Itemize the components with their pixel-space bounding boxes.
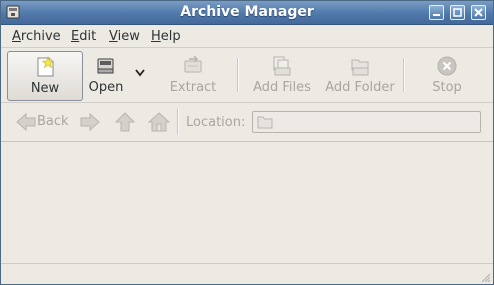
title-bar[interactable]: Archive Manager xyxy=(1,1,493,25)
extract-button-label: Extract xyxy=(169,80,217,95)
toolbar: New Open Extract Add Files Add Folder St… xyxy=(1,48,493,103)
maximize-icon xyxy=(453,8,462,17)
home-button[interactable] xyxy=(148,111,170,133)
close-button[interactable] xyxy=(471,5,486,20)
open-button[interactable]: Open xyxy=(84,51,128,99)
new-archive-icon xyxy=(37,56,55,77)
stop-button-label: Stop xyxy=(432,80,462,95)
open-archive-icon xyxy=(97,58,114,74)
menu-edit-mnemonic: E xyxy=(71,29,80,44)
back-arrow-icon xyxy=(16,112,36,132)
stop-icon xyxy=(437,56,457,76)
up-arrow-icon xyxy=(114,112,136,132)
location-separator xyxy=(177,109,178,135)
menu-help[interactable]: Help xyxy=(151,29,181,44)
add-files-button-label: Add Files xyxy=(253,80,311,95)
new-button[interactable]: New xyxy=(7,51,83,101)
minimize-button[interactable] xyxy=(429,5,444,20)
menu-archive[interactable]: Archive xyxy=(12,29,61,44)
add-folder-button-label: Add Folder xyxy=(325,80,395,95)
menu-view-mnemonic: V xyxy=(109,29,118,44)
menu-help-label: elp xyxy=(160,29,181,44)
menu-edit[interactable]: Edit xyxy=(71,29,96,44)
home-icon xyxy=(148,112,170,132)
back-button-label: Back xyxy=(37,114,69,129)
back-button[interactable]: Back xyxy=(15,111,69,133)
location-label: Location: xyxy=(186,115,246,130)
forward-button[interactable] xyxy=(79,111,101,133)
archive-content-area[interactable] xyxy=(1,142,493,262)
menu-archive-mnemonic: A xyxy=(12,29,21,44)
menu-view-label: iew xyxy=(117,29,140,44)
window-title: Archive Manager xyxy=(180,4,314,20)
open-recent-dropdown[interactable] xyxy=(131,51,149,99)
toolbar-separator xyxy=(403,58,404,92)
extract-icon xyxy=(184,55,202,73)
status-bar xyxy=(1,263,493,285)
location-bar: Back Location: xyxy=(1,103,493,142)
location-field[interactable] xyxy=(252,111,481,133)
extract-button[interactable]: Extract xyxy=(161,51,225,99)
toolbar-separator xyxy=(237,58,238,92)
menu-view[interactable]: View xyxy=(109,29,140,44)
open-button-label: Open xyxy=(88,80,124,95)
minimize-icon xyxy=(433,14,440,16)
chevron-down-icon xyxy=(135,69,145,77)
folder-icon xyxy=(257,116,273,129)
archive-manager-window: Archive Manager Archive Edit View Help N… xyxy=(0,0,494,285)
menu-edit-label: dit xyxy=(79,29,97,44)
forward-arrow-icon xyxy=(80,112,100,132)
close-icon xyxy=(474,8,483,17)
resize-grip-icon[interactable] xyxy=(479,271,491,283)
menu-help-mnemonic: H xyxy=(151,29,161,44)
add-files-button[interactable]: Add Files xyxy=(250,51,314,99)
add-files-icon xyxy=(273,56,291,76)
add-folder-button[interactable]: Add Folder xyxy=(324,51,396,99)
menu-bar: Archive Edit View Help xyxy=(1,25,493,48)
stop-button[interactable]: Stop xyxy=(423,51,471,99)
maximize-button[interactable] xyxy=(450,5,465,20)
new-button-label: New xyxy=(30,81,60,96)
add-folder-icon xyxy=(351,59,369,76)
up-button[interactable] xyxy=(114,111,136,133)
menu-archive-label: rchive xyxy=(20,29,61,44)
